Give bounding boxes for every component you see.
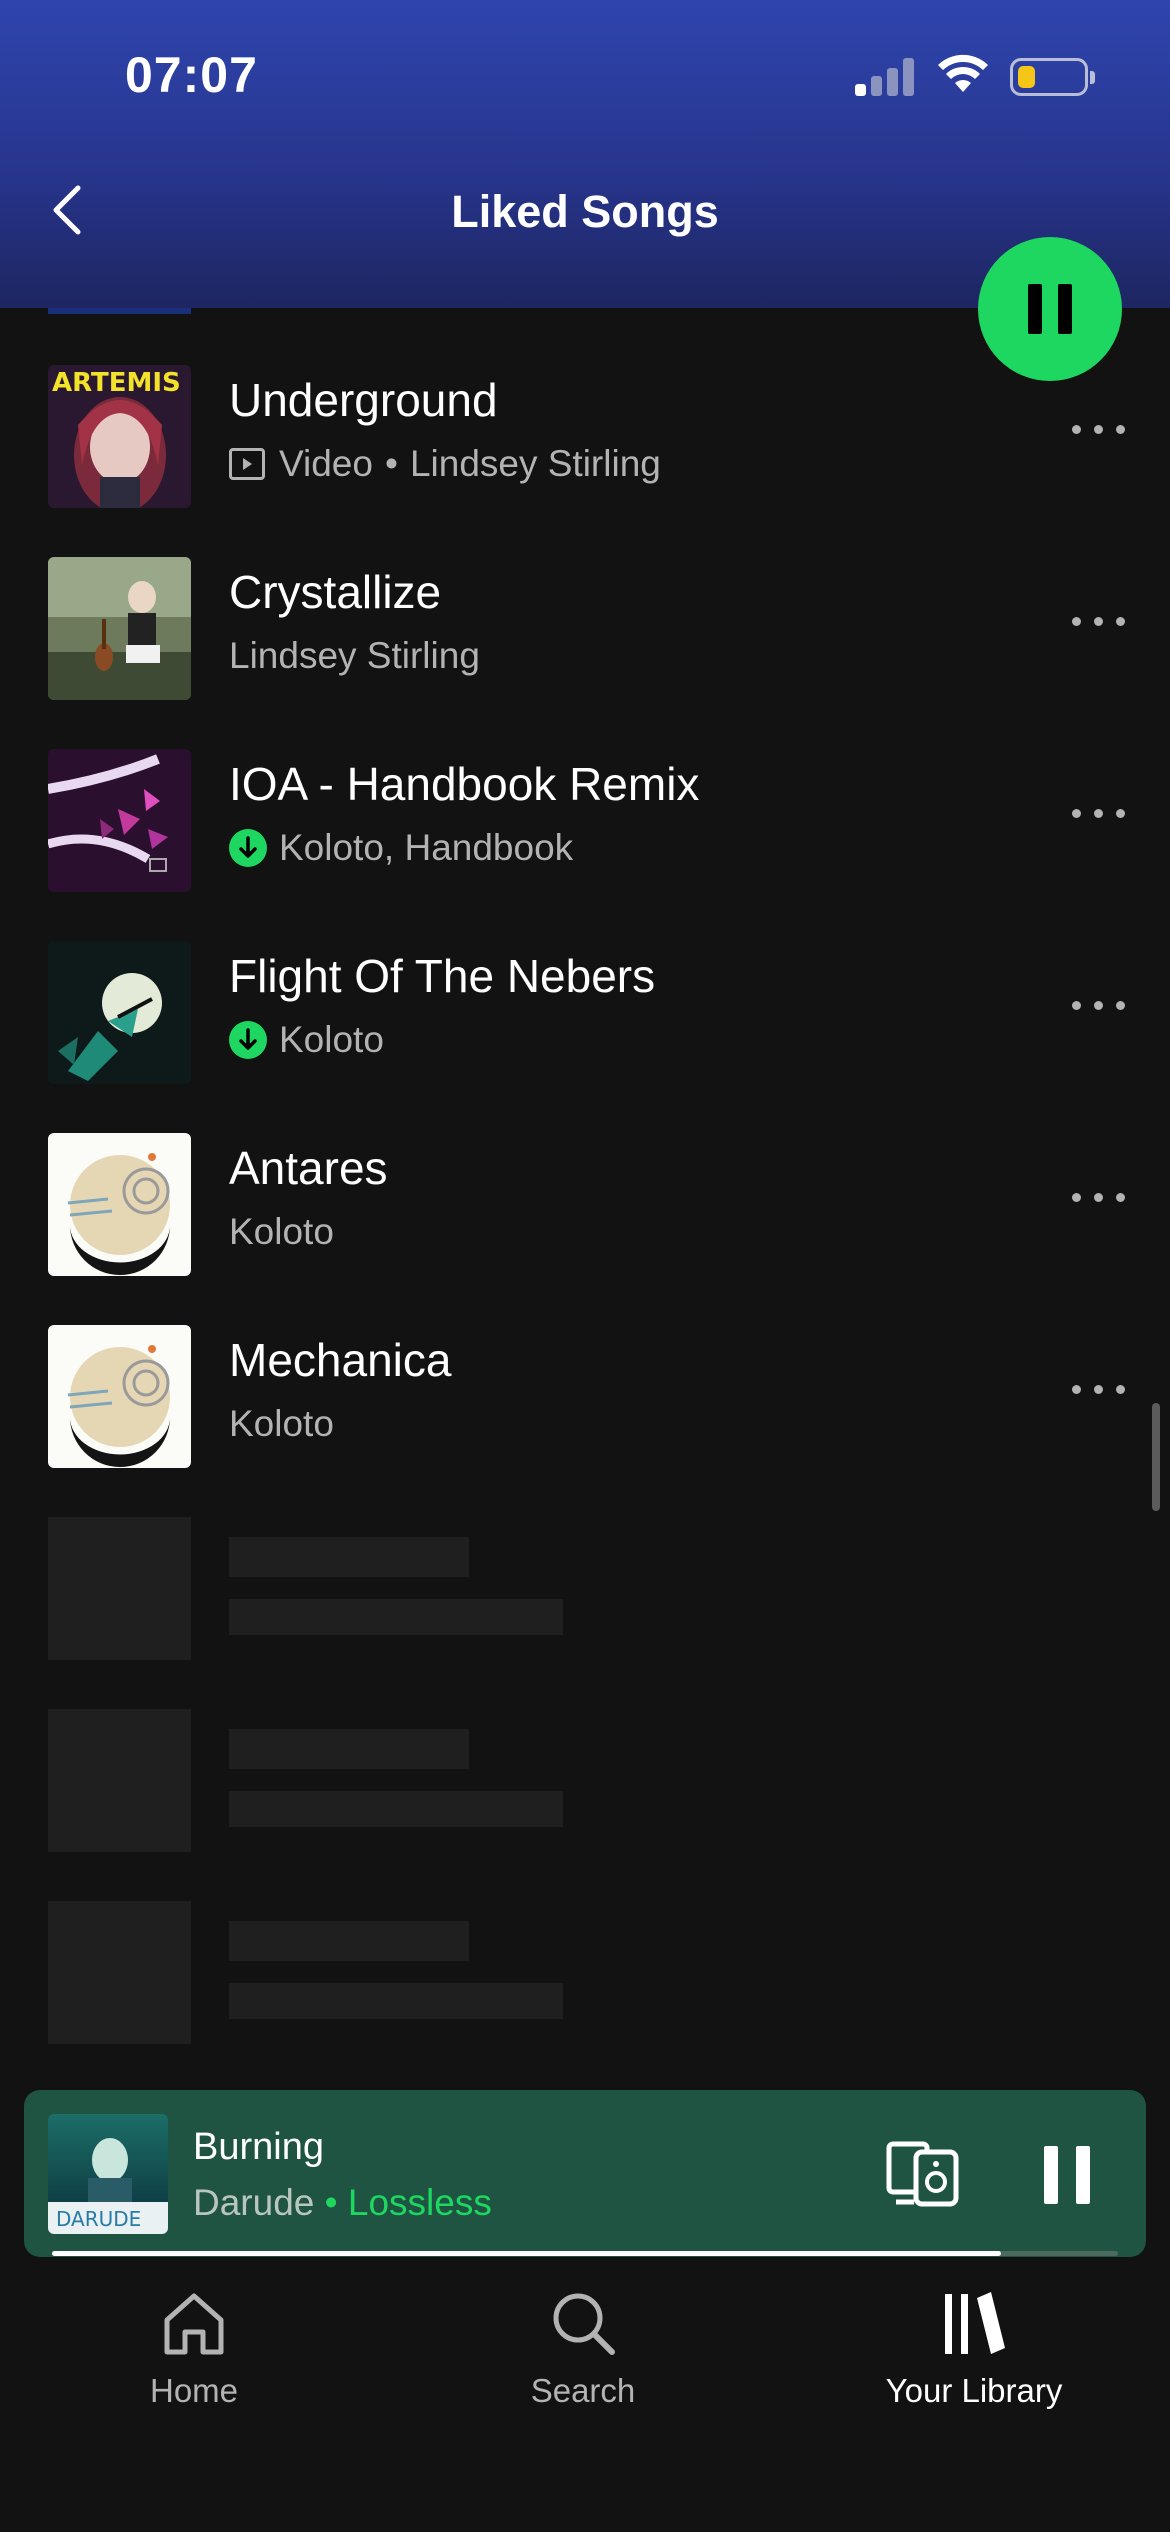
more-options-button[interactable]: [1070, 1183, 1126, 1213]
track-title: IOA - Handbook Remix: [229, 758, 700, 810]
battery-icon: [1010, 58, 1095, 96]
nav-search[interactable]: Search: [433, 2288, 733, 2448]
app-screen: 07:07 Liked Songs ARTEMIS Underground Vi…: [0, 0, 1170, 2532]
cellular-signal-icon: [855, 56, 915, 96]
page-title: Liked Songs: [451, 186, 719, 237]
home-icon: [164, 2293, 224, 2355]
track-row[interactable]: Crystallize Lindsey Stirling: [0, 539, 1170, 715]
track-row[interactable]: Flight Of The Nebers Koloto: [0, 923, 1170, 1099]
now-playing-art-text: DARUDE: [56, 2207, 141, 2231]
loading-placeholder-row: [0, 1883, 1170, 2059]
more-options-button[interactable]: [1070, 799, 1126, 829]
wifi-icon: [938, 54, 988, 92]
track-title: Underground: [229, 374, 498, 426]
now-playing-title: Burning: [193, 2126, 324, 2168]
more-options-button[interactable]: [1070, 415, 1126, 445]
nav-library-label: Your Library: [885, 2372, 1063, 2409]
album-art: [48, 1133, 191, 1276]
bottom-nav: Home Search Your Library: [0, 2270, 1170, 2532]
album-art: ARTEMIS: [48, 365, 191, 508]
track-type: Video: [279, 443, 373, 484]
track-artist: Lindsey Stirling: [229, 635, 480, 676]
separator-dot: •: [324, 2182, 338, 2223]
downloaded-icon: [229, 1021, 267, 1059]
track-title: Antares: [229, 1142, 388, 1194]
loading-placeholder-row: [0, 1691, 1170, 1867]
nav-home-label: Home: [149, 2372, 239, 2409]
status-time: 07:07: [125, 47, 258, 103]
more-options-button[interactable]: [1070, 607, 1126, 637]
nav-home[interactable]: Home: [44, 2288, 344, 2448]
video-icon: [229, 448, 265, 480]
connect-device-icon[interactable]: [886, 2140, 962, 2208]
more-options-button[interactable]: [1070, 991, 1126, 1021]
now-playing-art: DARUDE: [48, 2114, 168, 2234]
lossless-badge: Lossless: [347, 2182, 492, 2223]
track-row[interactable]: IOA - Handbook Remix Koloto, Handbook: [0, 731, 1170, 907]
track-title: Flight Of The Nebers: [229, 950, 656, 1002]
album-art: [48, 749, 191, 892]
downloaded-icon: [229, 829, 267, 867]
playback-progress-bar[interactable]: [52, 2251, 1118, 2256]
loading-placeholder-row: [0, 1499, 1170, 1675]
separator-dot: •: [384, 443, 398, 484]
track-row[interactable]: Antares Koloto: [0, 1115, 1170, 1291]
track-artist: Koloto: [279, 1019, 384, 1060]
track-title: Mechanica: [229, 1334, 452, 1386]
mini-pause-button[interactable]: [1044, 2146, 1094, 2204]
now-playing-artist: Darude: [193, 2182, 315, 2223]
track-artist: Koloto, Handbook: [279, 827, 574, 868]
track-artist: Koloto: [229, 1403, 334, 1444]
track-row[interactable]: Mechanica Koloto: [0, 1307, 1170, 1483]
album-art-text: ARTEMIS: [52, 368, 181, 398]
pause-button[interactable]: [978, 237, 1122, 381]
nav-your-library[interactable]: Your Library: [824, 2288, 1124, 2448]
album-art: [48, 941, 191, 1084]
mini-player[interactable]: DARUDE Burning Darude • Lossless: [24, 2090, 1146, 2257]
album-art-partial: [48, 308, 191, 314]
scrollbar[interactable]: [1152, 1403, 1160, 1511]
more-options-button[interactable]: [1070, 1375, 1126, 1405]
nav-search-label: Search: [530, 2372, 636, 2409]
album-art: [48, 557, 191, 700]
track-row[interactable]: ARTEMIS Underground Video • Lindsey Stir…: [0, 347, 1170, 523]
playback-progress-fill: [52, 2251, 1001, 2256]
track-artist: Lindsey Stirling: [409, 443, 661, 484]
album-art: [48, 1325, 191, 1468]
search-icon: [553, 2293, 615, 2355]
library-icon: [945, 2292, 1005, 2354]
track-title: Crystallize: [229, 566, 442, 618]
track-artist: Koloto: [229, 1211, 334, 1252]
